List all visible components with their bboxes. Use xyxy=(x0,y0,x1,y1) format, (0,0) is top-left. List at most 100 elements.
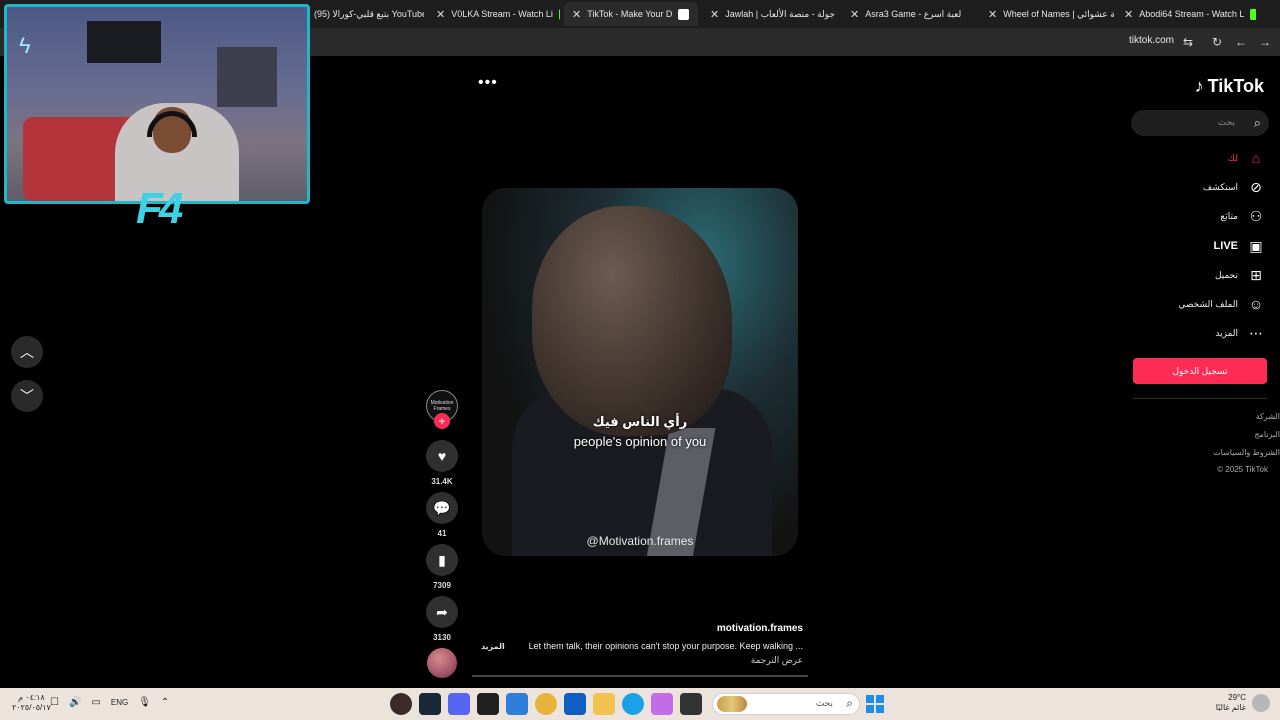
edge-icon[interactable] xyxy=(622,693,644,715)
language-indicator[interactable]: ENG xyxy=(111,698,128,707)
close-icon[interactable]: ✕ xyxy=(988,8,997,21)
chrome-icon[interactable] xyxy=(535,693,557,715)
nav-profile[interactable]: الملف الشخصي ☺ xyxy=(1178,294,1266,314)
footer-terms[interactable]: الشروط والسياسات xyxy=(1213,448,1280,457)
nav-live[interactable]: LIVE ▣ xyxy=(1214,236,1266,256)
more-options-icon[interactable]: ••• xyxy=(478,74,498,92)
start-button[interactable] xyxy=(866,695,884,713)
next-video-button[interactable]: ﹀ xyxy=(11,380,43,412)
video-player[interactable]: رأي الناس فيك people's opinion of you @M… xyxy=(482,188,798,556)
author-username[interactable]: motivation.frames xyxy=(717,623,803,634)
tiktok-logo[interactable]: ♪ TikTok xyxy=(1195,76,1264,97)
windows-taskbar: ٠٤:١٨ م ٢٠٢٥/٠٥/١٧ ☐ 🔊 ▭ ENG 🎙 ⌃ بحث ⌕ 2… xyxy=(0,688,1280,720)
close-icon[interactable]: ✕ xyxy=(1124,8,1133,21)
follow-button[interactable]: + xyxy=(434,413,450,429)
copilot-icon[interactable] xyxy=(651,693,673,715)
like-button[interactable]: ♥ xyxy=(426,440,458,472)
discord-icon[interactable] xyxy=(448,693,470,715)
steam-icon[interactable] xyxy=(419,693,441,715)
search-input[interactable]: بحث ⌕ xyxy=(1131,110,1269,136)
tab-tiktok[interactable]: ✕ TikTok - Make Your D xyxy=(564,2,698,26)
tab-volka[interactable]: ✕ V0LKA Stream - Watch Li xyxy=(428,2,560,26)
folder-icon[interactable] xyxy=(593,693,615,715)
like-count: 31.4K xyxy=(431,477,453,486)
notification-icon[interactable]: ☐ xyxy=(50,697,59,708)
compass-icon: ⊘ xyxy=(1250,178,1262,195)
chevron-up-icon[interactable]: ⌃ xyxy=(161,697,169,708)
clock-time: ٠٤:١٨ م xyxy=(18,693,45,702)
share-button[interactable]: ➦ xyxy=(426,596,458,628)
tab-title: Jawlah | جولة - منصة الألعاب xyxy=(725,8,835,19)
tiktok-icon xyxy=(678,8,690,20)
nav-for-you[interactable]: لك ⌂ xyxy=(1228,148,1266,168)
tab-abodi64[interactable]: ✕ Abodi64 Stream - Watch L xyxy=(1116,2,1256,26)
comment-count: 41 xyxy=(437,529,447,538)
comment-icon: 💬 xyxy=(433,499,451,516)
nav-more[interactable]: المزيد ⋯ xyxy=(1215,323,1266,343)
system-tray: ☐ 🔊 ▭ ENG 🎙 ⌃ xyxy=(50,697,169,708)
tab-jawlah[interactable]: ✕ Jawlah | جولة - منصة الألعاب xyxy=(702,2,842,26)
video-progress-bar[interactable] xyxy=(472,675,808,677)
tab-title: V0LKA Stream - Watch Li xyxy=(451,9,553,19)
network-icon[interactable]: ▭ xyxy=(91,697,100,708)
save-button[interactable]: ▮ xyxy=(426,544,458,576)
webcam-tv xyxy=(87,21,161,63)
streamer-logo: F4 xyxy=(136,184,183,233)
windows-logo-pane xyxy=(876,695,884,703)
nav-label: استكشف xyxy=(1202,181,1238,192)
nav-upload[interactable]: تحميل ⊞ xyxy=(1215,265,1266,285)
url-text[interactable]: tiktok.com xyxy=(1129,35,1174,46)
tab-youtube[interactable]: (95) بتبع قلبي-كورالا YouTube xyxy=(306,2,424,26)
music-disc-icon[interactable] xyxy=(427,648,457,678)
see-translation-link[interactable]: عرض الترجمة xyxy=(751,655,803,666)
site-settings-icon[interactable]: ⇆ xyxy=(1180,34,1196,50)
heart-icon: ♥ xyxy=(437,448,447,464)
video-watermark: @Motivation.frames xyxy=(586,534,694,548)
terminal-icon[interactable] xyxy=(477,693,499,715)
nav-explore[interactable]: استكشف ⊘ xyxy=(1203,177,1266,197)
microphone-icon[interactable]: 🎙 xyxy=(138,697,151,708)
close-icon[interactable]: ✕ xyxy=(710,8,719,21)
subtitle-arabic: رأي الناس فيك xyxy=(592,414,688,429)
close-icon[interactable]: ✕ xyxy=(572,8,581,21)
tab-asra3[interactable]: ✕ Asra3 Game - لعبة اسرع xyxy=(842,2,978,26)
obs-icon[interactable] xyxy=(390,693,412,715)
taskbar-search[interactable]: بحث ⌕ xyxy=(712,693,860,715)
tab-title: Abodi64 Stream - Watch L xyxy=(1139,9,1245,19)
clock[interactable]: ٠٤:١٨ م ٢٠٢٥/٠٥/١٧ xyxy=(12,693,51,713)
taskbar-apps xyxy=(390,693,702,715)
subtitle-english: people's opinion of you xyxy=(573,434,707,449)
share-icon: ➦ xyxy=(436,603,448,620)
close-icon[interactable]: ✕ xyxy=(436,8,445,21)
tab-wheel-of-names[interactable]: ✕ Wheel of Names | عجلة عشوائي xyxy=(980,2,1114,26)
video-caption: Let them talk, their opinions can't stop… xyxy=(528,641,803,651)
tab-title: (95) بتبع قلبي-كورالا YouTube xyxy=(314,8,424,19)
clock-date: ٢٠٢٥/٠٥/١٧ xyxy=(12,703,51,712)
taskbar-search-placeholder: بحث xyxy=(815,698,833,708)
back-icon[interactable]: ← xyxy=(1233,34,1249,50)
close-icon[interactable]: ✕ xyxy=(850,8,859,21)
search-icon[interactable]: ⌕ xyxy=(1254,115,1261,131)
app-icon[interactable] xyxy=(506,693,528,715)
forward-icon[interactable]: → xyxy=(1257,34,1273,50)
volume-icon[interactable]: 🔊 xyxy=(69,697,81,708)
nav-label: متابَع xyxy=(1220,210,1238,221)
cloud-icon xyxy=(1252,694,1270,712)
footer-program[interactable]: البرنامج xyxy=(1254,430,1280,439)
previous-video-button[interactable]: ︿ xyxy=(11,336,43,368)
footer-company[interactable]: الشركة xyxy=(1256,412,1280,421)
weather-temp: 29°C xyxy=(1228,693,1246,702)
login-button[interactable]: تسجيل الدخول xyxy=(1133,358,1267,384)
reload-icon[interactable]: ↻ xyxy=(1209,34,1225,50)
comment-button[interactable]: 💬 xyxy=(426,492,458,524)
video-head xyxy=(532,206,732,436)
windows-logo-pane xyxy=(866,705,874,713)
nav-following[interactable]: متابَع ⚇ xyxy=(1220,206,1266,226)
app-icon-2[interactable] xyxy=(680,693,702,715)
caption-more-link[interactable]: المزيد xyxy=(481,642,505,651)
footer-copyright: © 2025 TikTok xyxy=(1217,465,1268,474)
nav-label: لك xyxy=(1227,152,1238,163)
store-icon[interactable] xyxy=(564,693,586,715)
search-highlight-image xyxy=(717,696,747,712)
weather-widget[interactable]: 29°C غائم غالبًا xyxy=(1216,693,1270,713)
